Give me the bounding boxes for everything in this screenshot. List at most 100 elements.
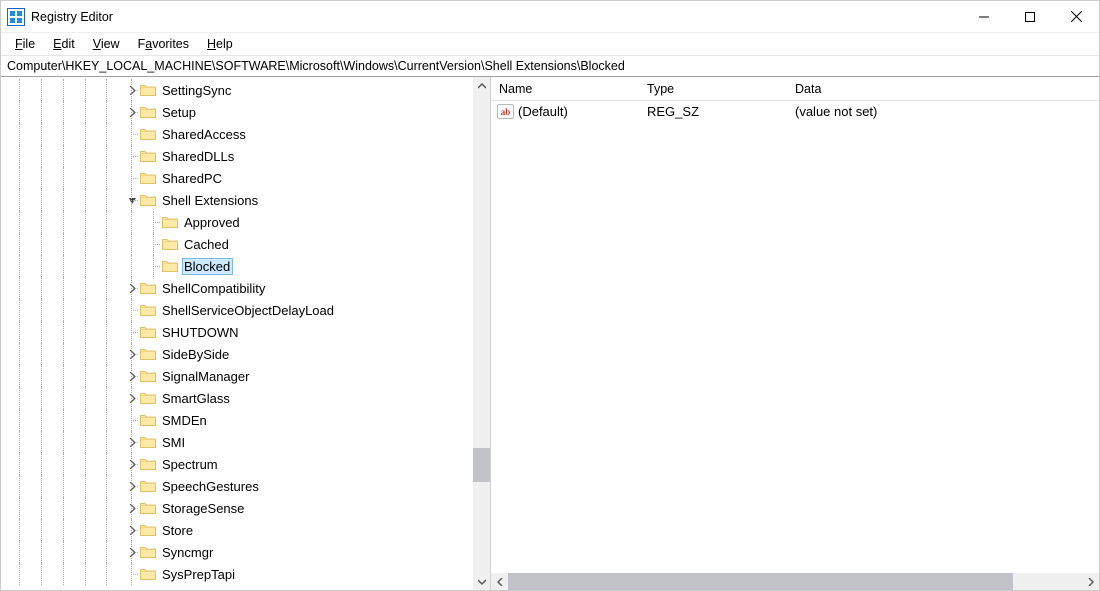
value-data: (value not set) bbox=[795, 104, 1099, 119]
chevron-right-icon[interactable] bbox=[126, 436, 138, 448]
chevron-right-icon[interactable] bbox=[126, 84, 138, 96]
chevron-right-icon[interactable] bbox=[126, 282, 138, 294]
tree-item[interactable]: SettingSync bbox=[1, 79, 473, 101]
tree-item[interactable]: ShellServiceObjectDelayLoad bbox=[1, 299, 473, 321]
expander-placeholder bbox=[126, 172, 138, 184]
menu-view[interactable]: View bbox=[85, 35, 128, 53]
chevron-right-icon[interactable] bbox=[126, 480, 138, 492]
tree-item[interactable]: Approved bbox=[1, 211, 473, 233]
folder-icon bbox=[140, 83, 156, 97]
value-row[interactable]: ab(Default)REG_SZ(value not set) bbox=[491, 101, 1099, 121]
scroll-down-button[interactable] bbox=[473, 573, 490, 590]
tree-item-label: Blocked bbox=[182, 258, 233, 275]
menu-file[interactable]: File bbox=[7, 35, 43, 53]
hscroll-right-button[interactable] bbox=[1082, 573, 1099, 590]
tree-item[interactable]: Syncmgr bbox=[1, 541, 473, 563]
scroll-thumb[interactable] bbox=[473, 448, 490, 482]
folder-icon bbox=[140, 105, 156, 119]
expander-placeholder bbox=[126, 326, 138, 338]
values-list[interactable]: ab(Default)REG_SZ(value not set) bbox=[491, 101, 1099, 573]
hscroll-track[interactable] bbox=[508, 573, 1082, 590]
tree-item-label: ShellServiceObjectDelayLoad bbox=[160, 302, 337, 319]
folder-icon bbox=[140, 193, 156, 207]
tree-item-label: Setup bbox=[160, 104, 199, 121]
folder-icon bbox=[140, 127, 156, 141]
scroll-track[interactable] bbox=[473, 94, 490, 573]
chevron-right-icon[interactable] bbox=[126, 458, 138, 470]
hscroll-left-button[interactable] bbox=[491, 573, 508, 590]
column-header-name[interactable]: Name bbox=[491, 78, 639, 100]
value-name: (Default) bbox=[518, 104, 568, 119]
chevron-right-icon[interactable] bbox=[126, 546, 138, 558]
tree-item-label: SignalManager bbox=[160, 368, 252, 385]
tree-item[interactable]: Blocked bbox=[1, 255, 473, 277]
chevron-right-icon[interactable] bbox=[126, 524, 138, 536]
tree-item[interactable]: SHUTDOWN bbox=[1, 321, 473, 343]
tree[interactable]: SettingSync Setup SharedAccess SharedDLLs Sh… bbox=[1, 79, 473, 590]
close-button[interactable] bbox=[1053, 1, 1099, 32]
tree-item[interactable]: SideBySide bbox=[1, 343, 473, 365]
tree-item[interactable]: SharedDLLs bbox=[1, 145, 473, 167]
tree-item-label: SmartGlass bbox=[160, 390, 233, 407]
tree-item-label: SharedDLLs bbox=[160, 148, 237, 165]
tree-item-label: Store bbox=[160, 522, 196, 539]
tree-item[interactable]: SharedPC bbox=[1, 167, 473, 189]
address-bar[interactable]: Computer\HKEY_LOCAL_MACHINE\SOFTWARE\Mic… bbox=[1, 55, 1099, 77]
tree-item[interactable]: SMDEn bbox=[1, 409, 473, 431]
chevron-right-icon[interactable] bbox=[126, 502, 138, 514]
tree-scrollbar[interactable] bbox=[473, 77, 490, 590]
tree-item[interactable]: SmartGlass bbox=[1, 387, 473, 409]
chevron-right-icon[interactable] bbox=[126, 370, 138, 382]
menubar: FileEditViewFavoritesHelp bbox=[1, 33, 1099, 55]
tree-item[interactable]: SpeechGestures bbox=[1, 475, 473, 497]
chevron-right-icon[interactable] bbox=[126, 392, 138, 404]
app-icon bbox=[7, 8, 25, 26]
tree-item[interactable]: Shell Extensions bbox=[1, 189, 473, 211]
values-header: Name Type Data bbox=[491, 77, 1099, 101]
tree-item[interactable]: Spectrum bbox=[1, 453, 473, 475]
folder-icon bbox=[140, 281, 156, 295]
folder-icon bbox=[162, 237, 178, 251]
tree-item[interactable]: ShellCompatibility bbox=[1, 277, 473, 299]
menu-help[interactable]: Help bbox=[199, 35, 241, 53]
tree-pane: SettingSync Setup SharedAccess SharedDLLs Sh… bbox=[1, 77, 491, 590]
chevron-right-icon[interactable] bbox=[126, 348, 138, 360]
tree-item-label: Spectrum bbox=[160, 456, 221, 473]
menu-favorites[interactable]: Favorites bbox=[130, 35, 197, 53]
tree-item[interactable]: Setup bbox=[1, 101, 473, 123]
values-pane: Name Type Data ab(Default)REG_SZ(value n… bbox=[491, 77, 1099, 590]
tree-item-label: Syncmgr bbox=[160, 544, 216, 561]
folder-icon bbox=[140, 149, 156, 163]
maximize-button[interactable] bbox=[1007, 1, 1053, 32]
column-header-type[interactable]: Type bbox=[639, 78, 787, 100]
folder-icon bbox=[140, 303, 156, 317]
tree-item-label: SettingSync bbox=[160, 82, 234, 99]
expander-placeholder bbox=[126, 150, 138, 162]
folder-icon bbox=[140, 523, 156, 537]
column-header-data[interactable]: Data bbox=[787, 78, 1099, 100]
folder-icon bbox=[140, 457, 156, 471]
tree-item-label: SpeechGestures bbox=[160, 478, 262, 495]
values-hscrollbar[interactable] bbox=[491, 573, 1099, 590]
folder-icon bbox=[140, 435, 156, 449]
folder-icon bbox=[140, 347, 156, 361]
tree-item[interactable]: Store bbox=[1, 519, 473, 541]
folder-icon bbox=[162, 215, 178, 229]
titlebar: Registry Editor bbox=[1, 1, 1099, 33]
tree-item[interactable]: Cached bbox=[1, 233, 473, 255]
tree-item[interactable]: SMI bbox=[1, 431, 473, 453]
chevron-right-icon[interactable] bbox=[126, 106, 138, 118]
tree-item[interactable]: SharedAccess bbox=[1, 123, 473, 145]
expander-placeholder bbox=[126, 128, 138, 140]
menu-edit[interactable]: Edit bbox=[45, 35, 83, 53]
window-title: Registry Editor bbox=[31, 10, 113, 24]
chevron-down-icon[interactable] bbox=[126, 194, 138, 206]
tree-item[interactable]: StorageSense bbox=[1, 497, 473, 519]
tree-item[interactable]: SysPrepTapi bbox=[1, 563, 473, 585]
tree-item-label: Approved bbox=[182, 214, 243, 231]
hscroll-thumb[interactable] bbox=[508, 573, 1013, 590]
scroll-up-button[interactable] bbox=[473, 77, 490, 94]
minimize-button[interactable] bbox=[961, 1, 1007, 32]
tree-item[interactable]: SignalManager bbox=[1, 365, 473, 387]
svg-text:ab: ab bbox=[501, 107, 511, 117]
